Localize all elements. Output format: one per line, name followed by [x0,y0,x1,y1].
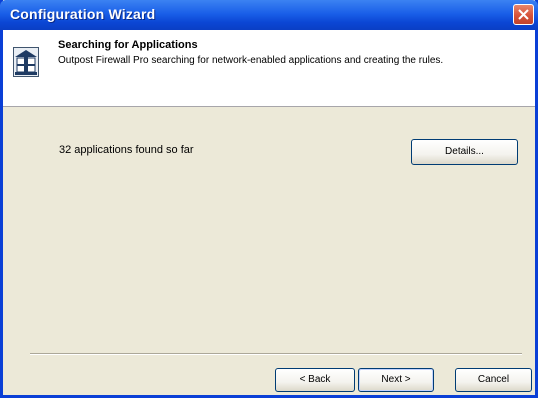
details-button[interactable]: Details... [411,139,518,165]
close-button[interactable] [513,4,534,25]
window-title: Configuration Wizard [10,6,156,22]
configuration-wizard-window: Configuration Wizard Searching for Appli… [0,0,538,398]
close-icon [518,9,529,20]
back-button[interactable]: < Back [275,368,355,392]
header-title: Searching for Applications [58,39,198,51]
applications-found-status: 32 applications found so far [59,144,194,156]
footer-divider [30,353,522,355]
header-subtitle: Outpost Firewall Pro searching for netwo… [58,55,444,66]
wizard-header: Searching for Applications Outpost Firew… [3,30,535,107]
next-button[interactable]: Next > [358,368,434,392]
title-bar[interactable]: Configuration Wizard [0,0,538,30]
firewall-app-icon [13,47,39,77]
cancel-button[interactable]: Cancel [455,368,532,392]
